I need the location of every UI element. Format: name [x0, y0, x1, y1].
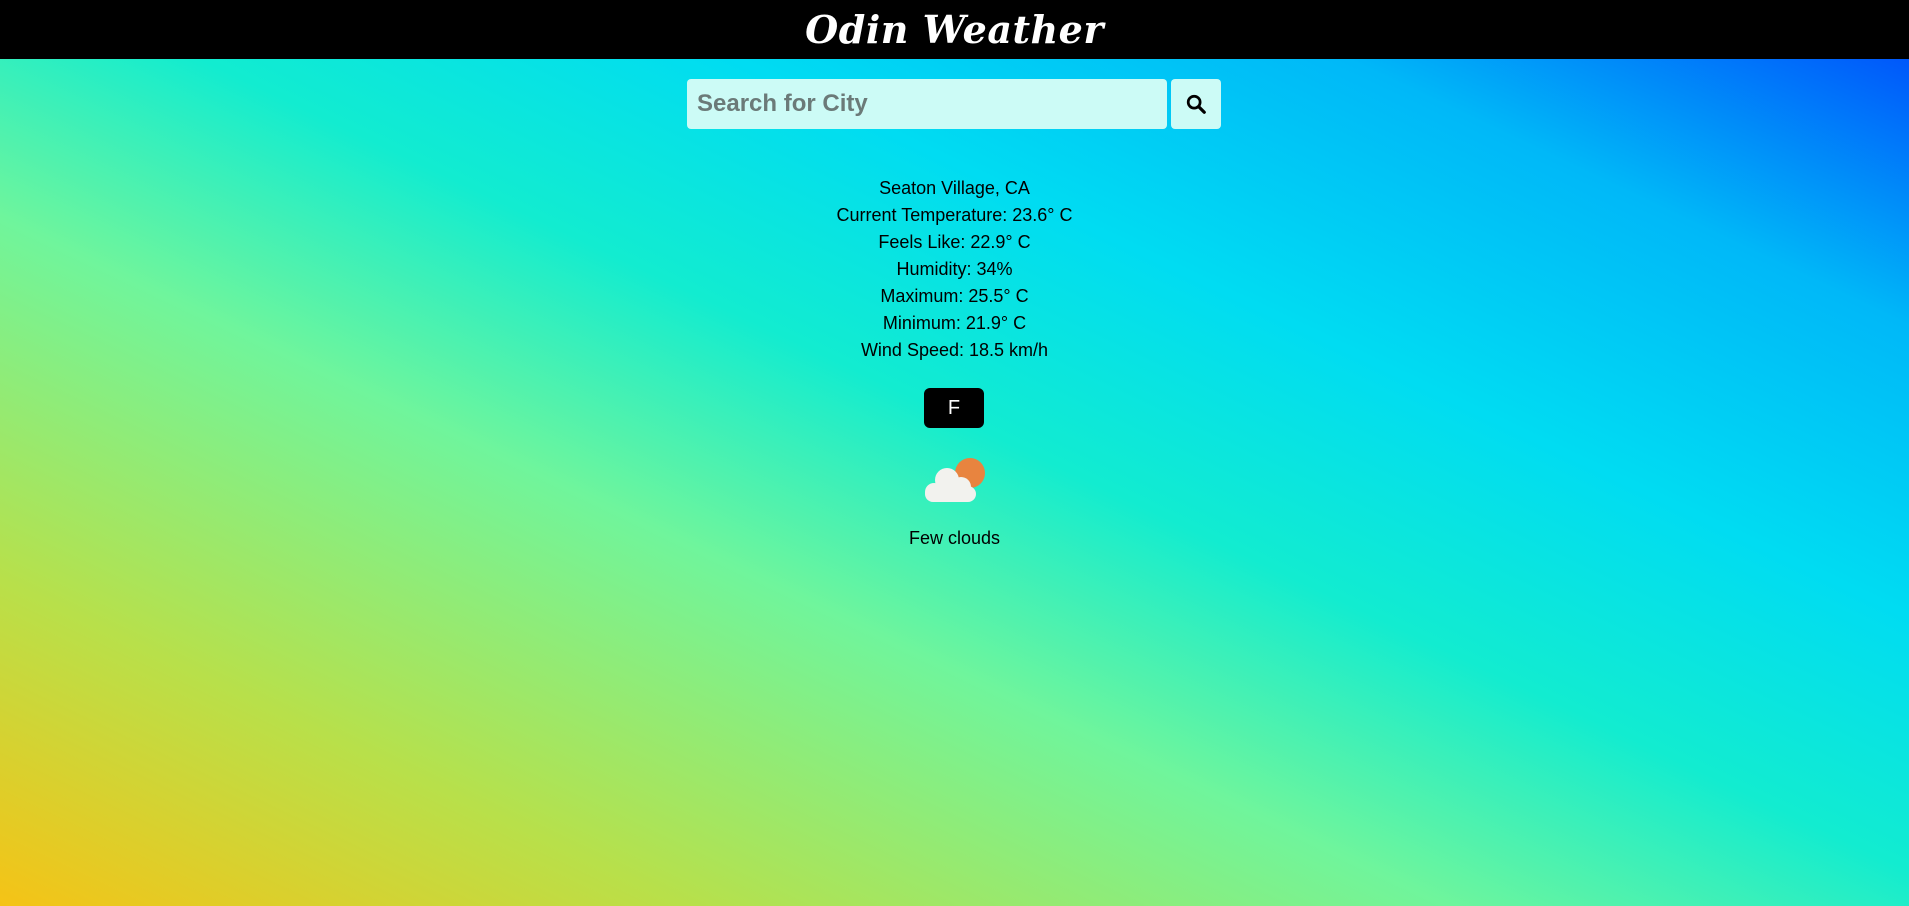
- location-name: Seaton Village, CA: [879, 178, 1030, 198]
- maximum-temperature: Maximum: 25.5° C: [880, 286, 1029, 306]
- search-bar: [687, 79, 1221, 129]
- unit-toggle-button[interactable]: F: [924, 388, 984, 428]
- wind-speed: Wind Speed: 18.5 km/h: [860, 340, 1049, 360]
- app-header: Odin Weather: [0, 0, 1909, 59]
- weather-description: Few clouds: [908, 528, 1001, 548]
- search-button[interactable]: [1171, 79, 1221, 129]
- search-input[interactable]: [687, 79, 1167, 129]
- app-title: Odin Weather: [805, 7, 1104, 52]
- feels-like: Feels Like: 22.9° C: [878, 232, 1031, 252]
- minimum-temperature: Minimum: 21.9° C: [882, 313, 1027, 333]
- weather-details: Seaton Village, CA Current Temperature: …: [0, 175, 1909, 364]
- few-clouds-icon: [925, 458, 985, 502]
- humidity: Humidity: 34%: [896, 259, 1013, 279]
- current-temperature: Current Temperature: 23.6° C: [836, 205, 1073, 225]
- search-icon: [1186, 94, 1206, 114]
